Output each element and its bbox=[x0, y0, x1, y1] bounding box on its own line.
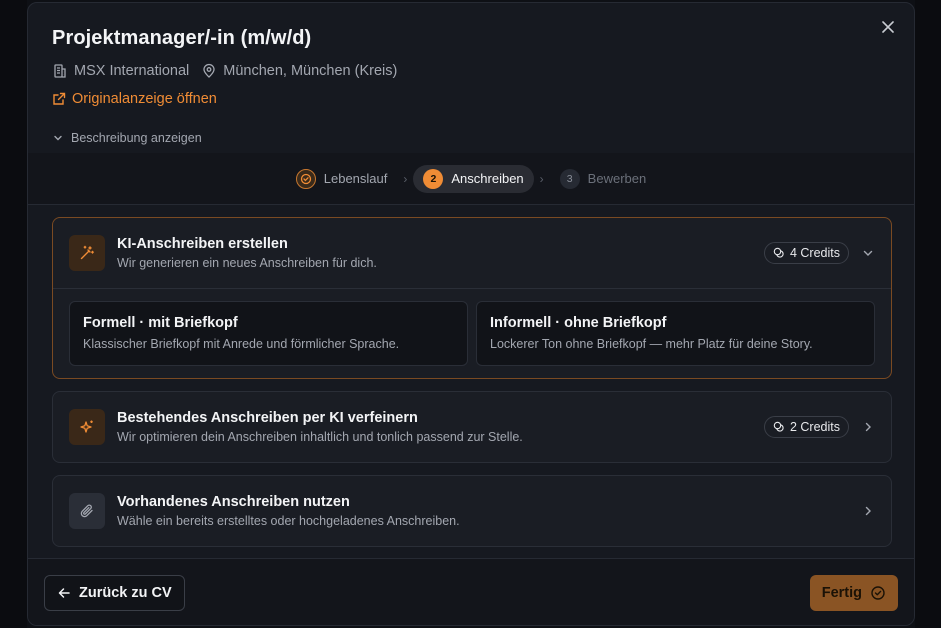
job-meta: MSX International München, München (Krei… bbox=[52, 63, 890, 79]
existing-card-header[interactable]: Vorhandenes Anschreiben nutzen Wähle ein… bbox=[53, 476, 891, 546]
stepper: Lebenslauf › 2 Anschreiben › 3 Bewerben bbox=[28, 153, 914, 205]
option-title: Informell · ohne Briefkopf bbox=[490, 315, 667, 331]
magic-wand-icon bbox=[69, 235, 105, 271]
chevron-right-icon: › bbox=[539, 171, 544, 186]
generate-cover-letter-card: KI-Anschreiben erstellen Wir generieren … bbox=[52, 217, 892, 379]
generate-options: Formell · mit Briefkopf Klassischer Brie… bbox=[53, 288, 891, 378]
refine-card-header[interactable]: Bestehendes Anschreiben per KI verfeiner… bbox=[53, 392, 891, 462]
step-anschreiben[interactable]: 2 Anschreiben bbox=[413, 164, 534, 193]
credits-label: 2 Credits bbox=[789, 420, 840, 434]
description-toggle-label: Beschreibung anzeigen bbox=[71, 131, 202, 145]
coins-icon bbox=[773, 247, 785, 259]
backdrop[interactable] bbox=[915, 0, 941, 628]
chevron-down-icon bbox=[861, 246, 875, 260]
refine-card-subtitle: Wir optimieren dein Anschreiben inhaltli… bbox=[117, 430, 523, 444]
map-pin-icon bbox=[201, 63, 217, 79]
check-circle-icon bbox=[870, 585, 886, 601]
done-button[interactable]: Fertig bbox=[809, 575, 898, 611]
credits-badge: 2 Credits bbox=[763, 416, 849, 438]
step-number: 2 bbox=[423, 168, 444, 189]
generate-card-header[interactable]: KI-Anschreiben erstellen Wir generieren … bbox=[53, 218, 891, 288]
original-ad-label: Originalanzeige öffnen bbox=[72, 91, 217, 107]
refine-card-title: Bestehendes Anschreiben per KI verfeiner… bbox=[117, 410, 418, 426]
check-circle-icon bbox=[295, 168, 316, 189]
coins-icon bbox=[773, 421, 785, 433]
building-icon bbox=[52, 63, 68, 79]
step-label: Bewerben bbox=[587, 171, 647, 186]
done-button-label: Fertig bbox=[821, 585, 862, 601]
sparkles-icon bbox=[69, 409, 105, 445]
backdrop[interactable] bbox=[0, 0, 27, 628]
step-lebenslauf[interactable]: Lebenslauf bbox=[286, 165, 398, 193]
job-location: München, München (Kreis) bbox=[223, 63, 398, 79]
credits-badge: 4 Credits bbox=[763, 242, 849, 264]
back-button-label: Zurück zu CV bbox=[79, 585, 172, 601]
generate-card-title: KI-Anschreiben erstellen bbox=[117, 236, 288, 252]
chevron-right-icon: › bbox=[403, 171, 408, 186]
step-label: Lebenslauf bbox=[323, 171, 388, 186]
chevron-right-icon bbox=[861, 504, 875, 518]
external-link-icon bbox=[52, 92, 66, 106]
existing-card-subtitle: Wähle ein bereits erstelltes oder hochge… bbox=[117, 514, 460, 528]
option-description: Klassischer Briefkopf mit Anrede und för… bbox=[83, 337, 400, 351]
credits-label: 4 Credits bbox=[789, 246, 840, 260]
modal-footer: Zurück zu CV Fertig bbox=[28, 558, 914, 625]
option-title: Formell · mit Briefkopf bbox=[83, 315, 238, 331]
job-header: Projektmanager/-in (m/w/d) MSX Internati… bbox=[52, 27, 890, 107]
generate-card-subtitle: Wir generieren ein neues Anschreiben für… bbox=[117, 256, 377, 270]
chevron-down-icon bbox=[52, 132, 64, 144]
option-formal[interactable]: Formell · mit Briefkopf Klassischer Brie… bbox=[69, 301, 468, 366]
refine-cover-letter-card[interactable]: Bestehendes Anschreiben per KI verfeiner… bbox=[52, 391, 892, 463]
option-description: Lockerer Ton ohne Briefkopf — mehr Platz… bbox=[490, 337, 813, 351]
arrow-left-icon bbox=[57, 586, 71, 600]
paperclip-icon bbox=[69, 493, 105, 529]
existing-card-title: Vorhandenes Anschreiben nutzen bbox=[117, 494, 350, 510]
chevron-right-icon bbox=[861, 420, 875, 434]
option-informal[interactable]: Informell · ohne Briefkopf Lockerer Ton … bbox=[476, 301, 875, 366]
step-label: Anschreiben bbox=[451, 171, 524, 186]
original-ad-link[interactable]: Originalanzeige öffnen bbox=[52, 91, 890, 107]
job-title: Projektmanager/-in (m/w/d) bbox=[52, 27, 312, 49]
step-bewerben[interactable]: 3 Bewerben bbox=[550, 165, 657, 193]
step-number: 3 bbox=[559, 168, 580, 189]
back-to-cv-button[interactable]: Zurück zu CV bbox=[44, 575, 185, 611]
company-name: MSX International bbox=[74, 63, 190, 79]
existing-cover-letter-card[interactable]: Vorhandenes Anschreiben nutzen Wähle ein… bbox=[52, 475, 892, 547]
description-toggle[interactable]: Beschreibung anzeigen bbox=[52, 131, 202, 145]
apply-modal: Projektmanager/-in (m/w/d) MSX Internati… bbox=[27, 2, 915, 626]
